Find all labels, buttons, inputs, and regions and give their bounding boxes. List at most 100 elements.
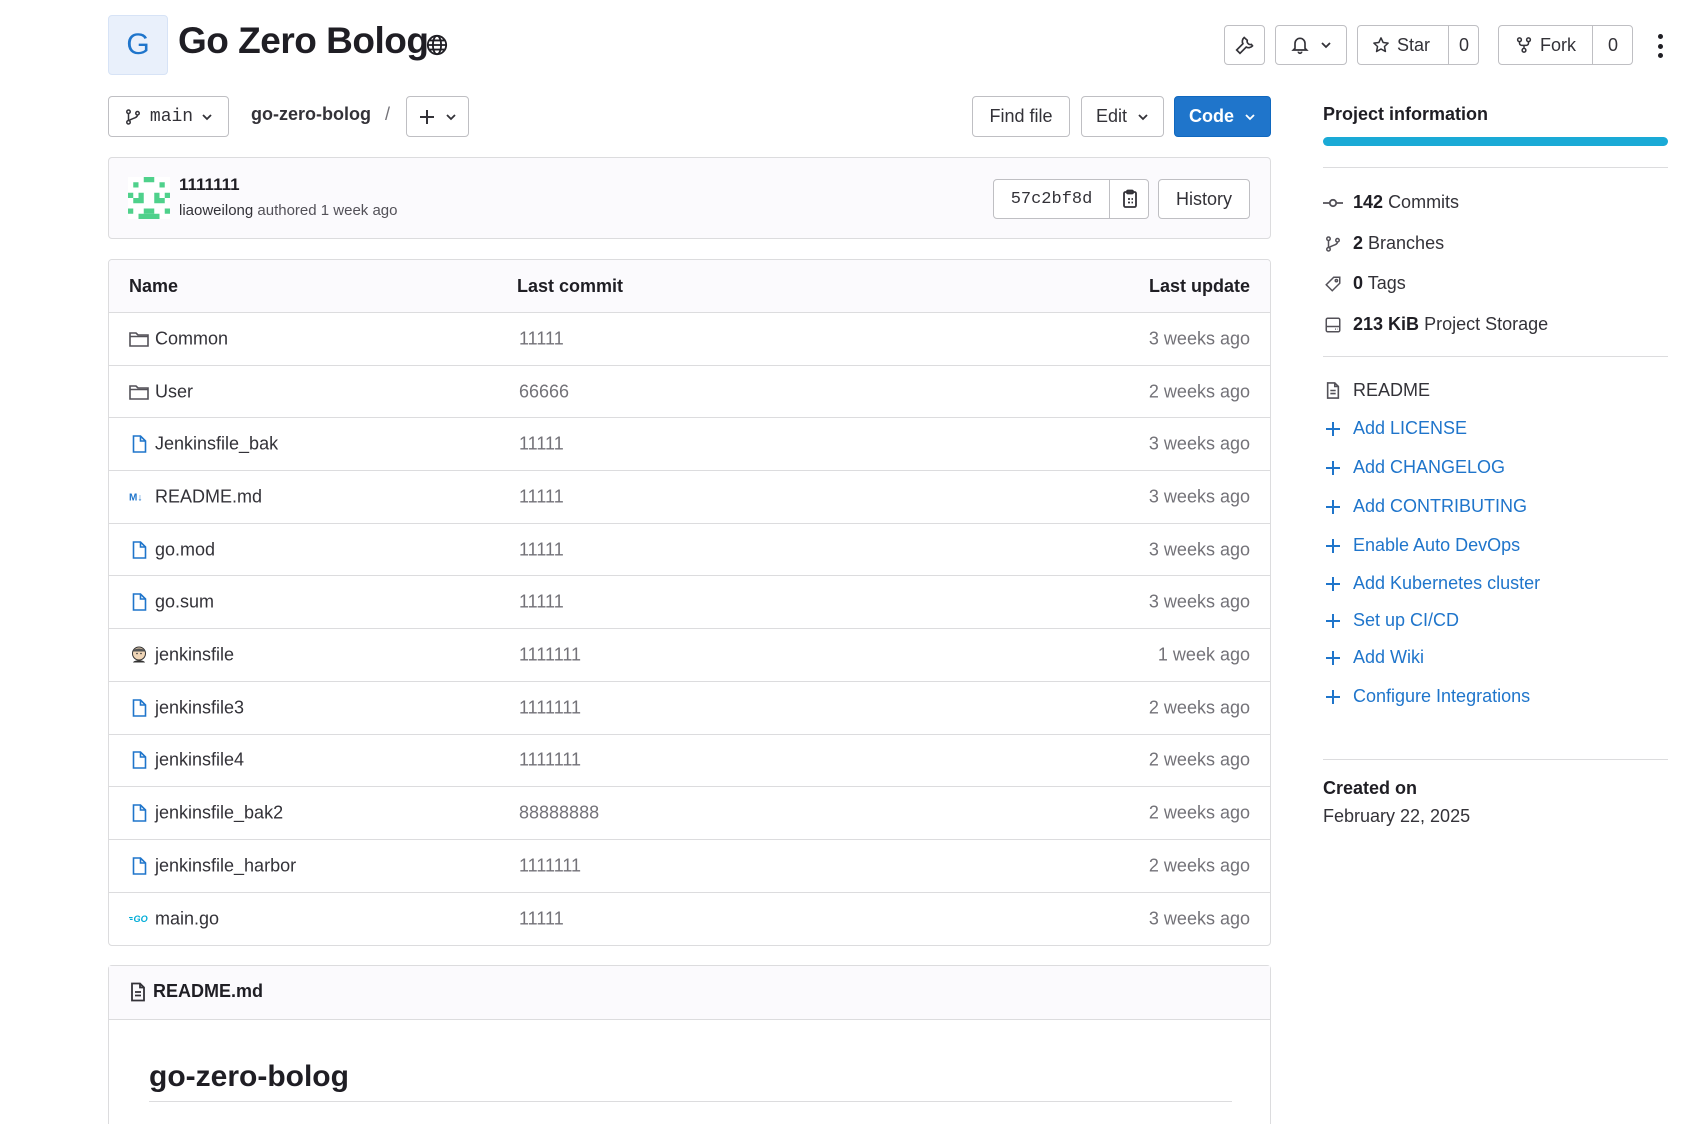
file-name-link[interactable]: go.mod	[155, 539, 215, 560]
file-name-cell[interactable]: M↓ README.md	[129, 486, 262, 507]
tags-stat[interactable]: 0 Tags	[1323, 273, 1406, 294]
branches-stat[interactable]: 2 Branches	[1323, 233, 1444, 254]
edit-dropdown-button[interactable]: Edit	[1081, 96, 1164, 137]
commit-author[interactable]: liaoweilong	[179, 202, 253, 219]
file-name-link[interactable]: go.sum	[155, 592, 214, 613]
notifications-button[interactable]	[1275, 25, 1347, 65]
file-icon	[129, 803, 149, 823]
last-commit-message[interactable]: 88888888	[519, 803, 599, 824]
star-button[interactable]: Star	[1358, 35, 1448, 56]
sidebar-divider	[1323, 356, 1668, 357]
branch-selector[interactable]: main	[108, 96, 229, 137]
file-name-cell[interactable]: GO main.go	[129, 908, 219, 929]
table-row[interactable]: Common 11111 3 weeks ago	[109, 313, 1270, 366]
star-count[interactable]: 0	[1448, 35, 1480, 56]
star-icon	[1373, 37, 1389, 53]
file-name-cell[interactable]: go.mod	[129, 539, 215, 560]
created-on-label: Created on	[1323, 778, 1418, 798]
sidebar-add-link-set-up-ci-cd[interactable]: Set up CI/CD	[1323, 610, 1459, 631]
chevron-down-icon	[445, 113, 456, 120]
file-name-link[interactable]: Common	[155, 328, 228, 349]
file-name-link[interactable]: jenkinsfile4	[155, 750, 244, 771]
readme-filename[interactable]: README.md	[153, 981, 263, 1002]
table-row[interactable]: jenkinsfile3 1111111 2 weeks ago	[109, 682, 1270, 735]
table-row[interactable]: User 66666 2 weeks ago	[109, 366, 1270, 419]
file-name-link[interactable]: jenkinsfile_bak2	[155, 803, 283, 824]
plus-icon	[1323, 536, 1343, 556]
author-identicon-avatar[interactable]	[128, 177, 170, 219]
table-row[interactable]: Jenkinsfile_bak 11111 3 weeks ago	[109, 418, 1270, 472]
storage-disk-icon	[1325, 317, 1341, 332]
sidebar-add-link-add-wiki[interactable]: Add Wiki	[1323, 647, 1424, 668]
last-update-time: 2 weeks ago	[1148, 855, 1250, 876]
add-to-tree-button[interactable]	[406, 96, 469, 137]
file-name-cell[interactable]: Jenkinsfile_bak	[129, 434, 278, 455]
commit-icon	[1323, 198, 1343, 207]
file-name-cell[interactable]: go.sum	[129, 592, 214, 613]
commits-stat[interactable]: 142 Commits	[1323, 192, 1459, 213]
file-name-cell[interactable]: User	[129, 381, 193, 402]
table-row[interactable]: jenkinsfile 1111111 1 week ago	[109, 629, 1270, 682]
code-dropdown-button[interactable]: Code	[1174, 96, 1271, 137]
file-name-cell[interactable]: jenkinsfile3	[129, 697, 244, 718]
table-row[interactable]: jenkinsfile_bak2 88888888 2 weeks ago	[109, 787, 1270, 840]
fork-button-group[interactable]: Fork 0	[1498, 25, 1633, 65]
last-commit-message[interactable]: 1111111	[519, 855, 581, 876]
last-commit-message[interactable]: 11111	[519, 592, 564, 613]
last-commit-message[interactable]: 11111	[519, 908, 564, 929]
last-update-time: 1 week ago	[1157, 644, 1250, 665]
wrench-icon	[1234, 36, 1254, 55]
file-name-link[interactable]: README.md	[155, 486, 262, 507]
last-commit-message[interactable]: 1111111	[519, 644, 581, 665]
project-avatar[interactable]: G	[108, 15, 168, 75]
table-row[interactable]: GO main.go 11111 3 weeks ago	[109, 893, 1270, 946]
jenkins-icon	[129, 645, 149, 665]
file-name-cell[interactable]: jenkinsfile	[129, 644, 234, 665]
sidebar-add-link-add-changelog[interactable]: Add CHANGELOG	[1323, 457, 1505, 478]
file-name-cell[interactable]: jenkinsfile_bak2	[129, 803, 283, 824]
file-name-link[interactable]: main.go	[155, 908, 219, 929]
file-name-link[interactable]: Jenkinsfile_bak	[155, 434, 278, 455]
sidebar-add-link-add-contributing[interactable]: Add CONTRIBUTING	[1323, 496, 1527, 517]
settings-wrench-button[interactable]	[1224, 25, 1265, 65]
readme-link[interactable]: README	[1323, 380, 1430, 401]
file-name-link[interactable]: User	[155, 381, 193, 402]
commit-authored-text: authored 1 week ago	[257, 202, 398, 219]
last-commit-message[interactable]: 1111111	[519, 750, 581, 771]
commit-sha-group: 57c2bf8d	[993, 179, 1149, 219]
last-commit-message[interactable]: 11111	[519, 539, 564, 560]
fork-count[interactable]: 0	[1592, 35, 1634, 56]
storage-stat[interactable]: 213 KiB Project Storage	[1323, 314, 1548, 335]
last-commit-message[interactable]: 11111	[519, 486, 564, 507]
last-commit-message[interactable]: 1111111	[519, 697, 581, 718]
file-name-cell[interactable]: Common	[129, 328, 228, 349]
file-name-link[interactable]: jenkinsfile3	[155, 697, 244, 718]
table-row[interactable]: jenkinsfile_harbor 1111111 2 weeks ago	[109, 840, 1270, 893]
find-file-button[interactable]: Find file	[972, 96, 1070, 137]
last-update-time: 3 weeks ago	[1148, 539, 1250, 560]
star-button-group[interactable]: Star 0	[1357, 25, 1479, 65]
table-row[interactable]: go.sum 11111 3 weeks ago	[109, 576, 1270, 630]
file-name-cell[interactable]: jenkinsfile4	[129, 750, 244, 771]
sidebar-add-link-configure-integrations[interactable]: Configure Integrations	[1323, 686, 1530, 707]
file-name-link[interactable]: jenkinsfile	[155, 644, 234, 665]
last-commit-message[interactable]: 66666	[519, 381, 569, 402]
file-name-cell[interactable]: jenkinsfile_harbor	[129, 855, 296, 876]
table-row[interactable]: jenkinsfile4 1111111 2 weeks ago	[109, 735, 1270, 788]
last-commit-message[interactable]: 11111	[519, 328, 564, 349]
more-actions-kebab-icon[interactable]	[1652, 31, 1668, 61]
commit-title[interactable]: 1111111	[179, 175, 240, 195]
history-button[interactable]: History	[1158, 179, 1250, 219]
sidebar-add-link-enable-auto-devops[interactable]: Enable Auto DevOps	[1323, 535, 1520, 556]
fork-button[interactable]: Fork	[1499, 35, 1592, 56]
copy-sha-button[interactable]	[1109, 180, 1150, 218]
sidebar-add-link-add-license[interactable]: Add LICENSE	[1323, 418, 1467, 439]
commit-sha[interactable]: 57c2bf8d	[994, 190, 1109, 209]
table-row[interactable]: go.mod 11111 3 weeks ago	[109, 524, 1270, 577]
sidebar-add-link-add-kubernetes-cluster[interactable]: Add Kubernetes cluster	[1323, 573, 1540, 594]
last-update-time: 3 weeks ago	[1148, 433, 1250, 454]
file-name-link[interactable]: jenkinsfile_harbor	[155, 855, 296, 876]
table-row[interactable]: M↓ README.md 11111 3 weeks ago	[109, 471, 1270, 524]
last-commit-message[interactable]: 11111	[519, 434, 564, 455]
breadcrumb-project[interactable]: go-zero-bolog	[251, 104, 371, 125]
